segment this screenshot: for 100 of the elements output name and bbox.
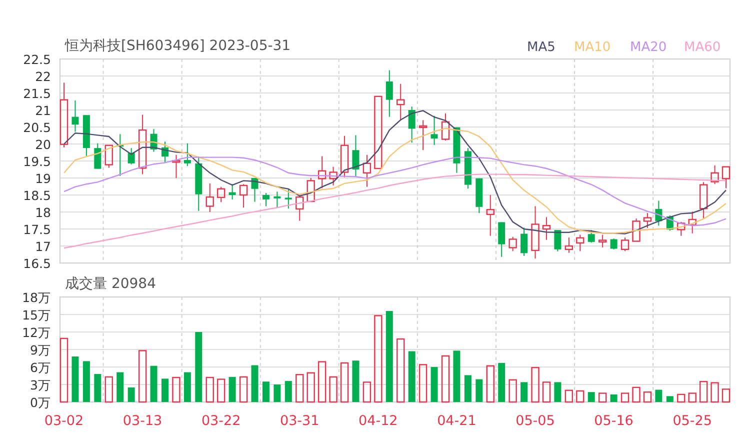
volume-bar xyxy=(576,390,584,403)
candlestick xyxy=(620,237,630,252)
volume-bar xyxy=(138,350,147,403)
volume-bar xyxy=(306,372,315,403)
volume-bar xyxy=(216,378,226,403)
candlestick xyxy=(251,178,258,202)
volume-bar xyxy=(396,338,405,403)
volume-bar xyxy=(408,351,416,402)
volume-bar xyxy=(284,381,292,402)
candlestick xyxy=(396,83,405,121)
candlestick xyxy=(632,218,640,242)
volume-bar xyxy=(620,392,630,403)
volume-bar xyxy=(228,376,236,402)
axis-label: 05-25 xyxy=(672,413,712,429)
candlestick xyxy=(643,212,652,228)
candlestick xyxy=(228,184,236,200)
candlestick xyxy=(710,164,719,185)
volume-bar xyxy=(430,367,438,402)
axis-label: 03-22 xyxy=(201,413,241,429)
candlestick xyxy=(94,142,102,170)
axis-label: 9万 xyxy=(30,342,51,358)
volume-bar xyxy=(476,379,483,402)
candlestick xyxy=(82,114,90,156)
candlestick xyxy=(564,237,574,254)
candlestick xyxy=(128,148,135,165)
axis-label: 6万 xyxy=(30,360,51,375)
candlestick xyxy=(598,234,607,248)
chart-title: 恒为科技[SH603496] 2023-05-31 xyxy=(65,38,291,54)
candlestick xyxy=(150,128,158,152)
volume-bar xyxy=(542,382,551,403)
candlestick xyxy=(362,154,372,188)
candlestick xyxy=(340,135,349,178)
candlestick xyxy=(576,234,584,252)
axis-label: 18 xyxy=(35,205,51,220)
volume-bar xyxy=(564,390,574,403)
volume-bar xyxy=(72,356,79,402)
chart-title: 成交量 20984 xyxy=(65,276,156,292)
candlestick xyxy=(72,100,79,132)
volume-bar xyxy=(60,338,68,403)
candlestick xyxy=(699,182,708,220)
volume-bar xyxy=(588,392,595,402)
candlestick xyxy=(161,141,168,163)
axis-label: 20.5 xyxy=(23,120,51,135)
candlestick xyxy=(520,227,528,256)
volume-bar xyxy=(722,388,730,403)
volume-bar xyxy=(598,392,607,403)
volume-bar xyxy=(453,350,460,402)
volume-bar xyxy=(251,365,258,402)
volume-bar xyxy=(82,361,90,402)
volume-bar xyxy=(486,365,494,403)
axis-label: 0万 xyxy=(30,395,51,410)
volume-bar xyxy=(531,366,540,403)
candlestick xyxy=(239,184,248,208)
volume-bar xyxy=(274,384,281,402)
candlestick xyxy=(296,196,304,222)
axis-label: 22 xyxy=(35,69,51,84)
axis-label: 21 xyxy=(35,103,51,118)
volume-bar xyxy=(520,382,528,402)
candlestick xyxy=(554,230,562,252)
volume-bar xyxy=(677,394,686,403)
candlestick xyxy=(216,186,226,203)
volume-bar xyxy=(352,360,360,402)
axis-label: 03-31 xyxy=(280,413,320,429)
volume-bar xyxy=(441,355,450,403)
volume-bar xyxy=(362,382,372,403)
candlestick xyxy=(453,126,460,174)
axis-label: 18.5 xyxy=(23,188,51,203)
volume-bar xyxy=(340,362,349,403)
volume-bar xyxy=(508,379,517,403)
axis-label: 18万 xyxy=(22,290,51,305)
axis-label: 05-16 xyxy=(594,413,634,429)
candlestick xyxy=(60,82,68,148)
candlestick xyxy=(104,144,113,168)
candlestick xyxy=(352,134,360,176)
axis-label: 21.5 xyxy=(23,86,51,101)
candlestick xyxy=(184,142,191,167)
volume-bar xyxy=(239,376,248,403)
volume-bar xyxy=(172,376,180,403)
volume-bar xyxy=(418,364,428,403)
axis-label: 19.5 xyxy=(23,154,51,169)
volume-bar xyxy=(632,386,640,403)
volume-bar xyxy=(688,392,696,403)
axis-label: 20 xyxy=(35,137,51,152)
candlestick xyxy=(306,178,315,202)
candlestick xyxy=(722,166,730,189)
candlestick xyxy=(531,206,540,260)
volume-bar xyxy=(643,391,652,403)
axis-label: 04-12 xyxy=(358,413,398,429)
axis-label: 16.5 xyxy=(23,256,51,271)
volume-bar xyxy=(184,372,191,402)
volume-bar xyxy=(206,376,214,403)
candlestick xyxy=(262,192,270,207)
axis-label: 3万 xyxy=(30,378,51,392)
candlestick xyxy=(476,178,483,214)
candlestick xyxy=(274,191,281,208)
volume-bar xyxy=(710,382,719,403)
axis-label: 17.5 xyxy=(23,222,51,237)
candlestick xyxy=(138,114,147,175)
axis-label: 17 xyxy=(35,239,51,254)
axis-label: 03-13 xyxy=(122,413,162,429)
